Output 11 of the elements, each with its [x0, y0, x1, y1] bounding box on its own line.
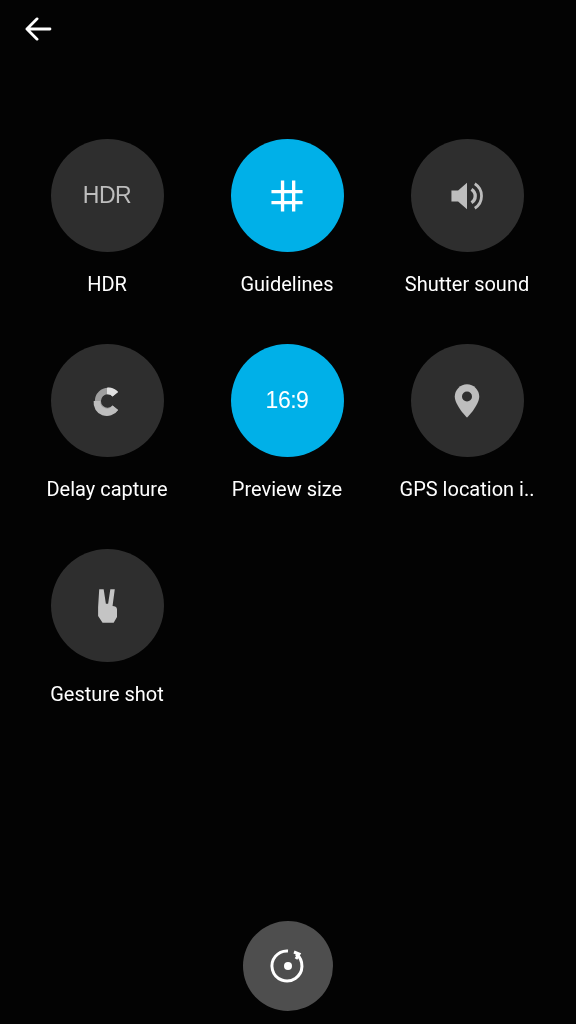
setting-label: GPS location i..: [399, 477, 535, 501]
back-arrow-icon[interactable]: [24, 17, 52, 41]
setting-label: Shutter sound: [404, 272, 530, 296]
setting-toggle[interactable]: HDR: [50, 139, 164, 252]
setting-label: Guidelines: [240, 272, 334, 296]
setting-value-text: 16:9: [265, 387, 309, 414]
setting-label: Gesture shot: [50, 682, 164, 706]
setting-label: Delay capture: [46, 477, 168, 501]
setting-value-text: HDR: [82, 182, 132, 209]
setting-label: Preview size: [231, 477, 343, 501]
setting-label: HDR: [87, 272, 127, 296]
